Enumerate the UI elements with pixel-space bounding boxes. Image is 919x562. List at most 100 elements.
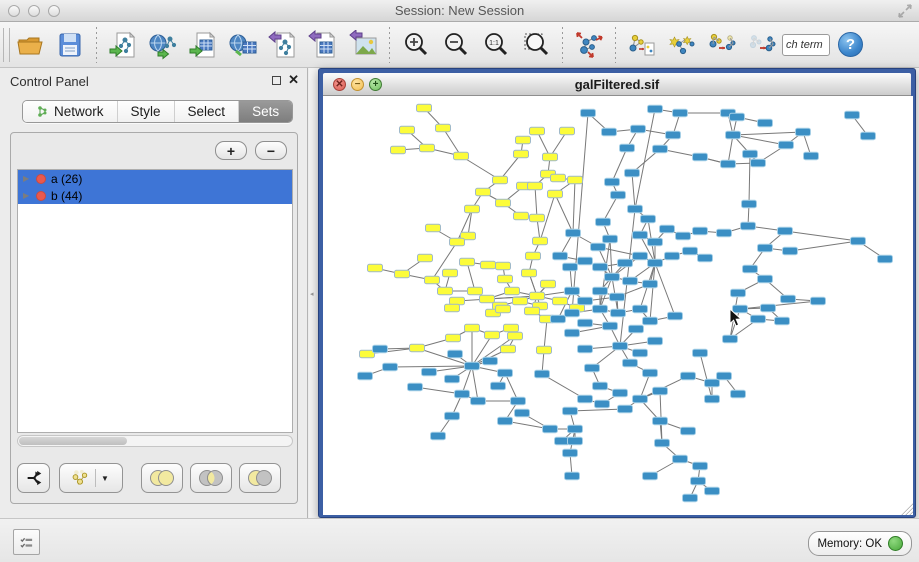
- network-node: [383, 363, 398, 371]
- expand-arrow-icon[interactable]: ▶: [23, 174, 31, 183]
- network-node: [603, 322, 618, 330]
- network-node: [476, 188, 491, 196]
- network-node: [410, 344, 425, 352]
- export-network-button[interactable]: [263, 25, 303, 65]
- network-node: [681, 427, 696, 435]
- network-window[interactable]: ✕ − + galFiltered.sif: [318, 68, 916, 518]
- export-table-button[interactable]: [303, 25, 343, 65]
- network-node: [775, 317, 790, 325]
- network-node: [508, 332, 523, 340]
- set-row[interactable]: ▶ b (44): [18, 187, 292, 204]
- network-node: [726, 131, 741, 139]
- mdi-desktop: ◂ ✕ − + galFiltered.sif: [309, 68, 919, 518]
- set-label: b (44): [51, 189, 82, 203]
- network-node: [450, 297, 465, 305]
- network-node: [845, 111, 860, 119]
- network-node: [783, 247, 798, 255]
- toolbar-drag-handle[interactable]: [3, 28, 10, 62]
- union-sets-button[interactable]: [141, 463, 183, 493]
- control-panel-header: Control Panel ✕: [0, 68, 307, 94]
- control-panel: Control Panel ✕ Network Style Select Set…: [0, 68, 308, 518]
- float-panel-icon[interactable]: [272, 76, 281, 85]
- panel-splitter-grip[interactable]: ◂: [310, 290, 314, 298]
- network-node: [438, 287, 453, 295]
- add-to-set-button[interactable]: [702, 25, 742, 65]
- add-set-button[interactable]: +: [215, 141, 247, 160]
- network-node: [602, 128, 617, 136]
- network-canvas[interactable]: [323, 96, 913, 515]
- import-table-file-button[interactable]: [183, 25, 223, 65]
- network-node: [563, 449, 578, 457]
- fullscreen-icon[interactable]: [897, 3, 913, 19]
- network-node: [551, 174, 566, 182]
- tab-select[interactable]: Select: [175, 101, 240, 122]
- close-panel-icon[interactable]: ✕: [288, 72, 299, 88]
- tab-label: Network: [54, 104, 104, 119]
- network-node: [628, 205, 643, 213]
- network-node: [643, 472, 658, 480]
- zoom-in-button[interactable]: [396, 25, 436, 65]
- network-node: [683, 494, 698, 502]
- network-node: [742, 200, 757, 208]
- network-node: [796, 128, 811, 136]
- search-input[interactable]: [782, 34, 830, 56]
- import-table-url-icon: [228, 30, 258, 60]
- tab-style[interactable]: Style: [118, 101, 175, 122]
- style-network-icon: [70, 468, 90, 488]
- network-node: [568, 437, 583, 445]
- network-node: [581, 109, 596, 117]
- network-node: [648, 259, 663, 267]
- network-window-titlebar[interactable]: ✕ − + galFiltered.sif: [323, 73, 911, 96]
- network-node: [496, 199, 511, 207]
- tab-network[interactable]: Network: [23, 101, 118, 122]
- difference-sets-button[interactable]: [239, 463, 281, 493]
- open-session-button[interactable]: [10, 25, 50, 65]
- split-set-button[interactable]: [17, 463, 50, 493]
- resize-grip[interactable]: [899, 501, 913, 515]
- network-node: [395, 270, 410, 278]
- network-node: [596, 218, 611, 226]
- network-node: [530, 214, 545, 222]
- memory-status-button[interactable]: Memory: OK: [808, 531, 912, 556]
- set-style-dropdown-button[interactable]: ▼: [59, 463, 123, 493]
- create-set-from-network-button[interactable]: [622, 25, 662, 65]
- expand-arrow-icon[interactable]: ▶: [23, 191, 31, 200]
- save-floppy-icon: [55, 30, 85, 60]
- remove-set-button[interactable]: −: [255, 141, 287, 160]
- union-venn-icon: [147, 468, 177, 488]
- export-image-button[interactable]: [343, 25, 383, 65]
- import-network-file-button[interactable]: [103, 25, 143, 65]
- import-network-url-button[interactable]: [143, 25, 183, 65]
- zoom-out-button[interactable]: [436, 25, 476, 65]
- apply-layout-button[interactable]: [569, 25, 609, 65]
- network-node: [525, 307, 540, 315]
- import-network-url-icon: [148, 30, 178, 60]
- network-node: [648, 337, 663, 345]
- network-node: [655, 439, 670, 447]
- network-node: [501, 345, 516, 353]
- select-set-nodes-button[interactable]: [662, 25, 702, 65]
- remove-from-set-button[interactable]: [742, 25, 782, 65]
- network-node: [595, 400, 610, 408]
- intersect-sets-button[interactable]: [190, 463, 232, 493]
- mouse-cursor: [727, 308, 745, 328]
- network-node: [498, 417, 513, 425]
- task-history-button[interactable]: [13, 529, 40, 555]
- network-node: [653, 145, 668, 153]
- set-row[interactable]: ▶a (26): [18, 170, 292, 187]
- window-titlebar: Session: New Session: [0, 0, 919, 22]
- network-node: [465, 324, 480, 332]
- network-node: [717, 229, 732, 237]
- zoom-fit-selected-button[interactable]: [516, 25, 556, 65]
- network-graph[interactable]: [323, 96, 913, 515]
- import-table-url-button[interactable]: [223, 25, 263, 65]
- sets-horizontal-scrollbar[interactable]: [17, 435, 293, 447]
- help-button[interactable]: ?: [838, 32, 863, 57]
- network-node: [422, 368, 437, 376]
- save-session-button[interactable]: [50, 25, 90, 65]
- zoom-actual-size-button[interactable]: 1:1: [476, 25, 516, 65]
- scrollbar-thumb[interactable]: [19, 437, 127, 445]
- sets-list[interactable]: ▶a (26)▶b (44): [17, 169, 293, 433]
- tab-sets[interactable]: Sets: [239, 101, 292, 122]
- network-node: [560, 127, 575, 135]
